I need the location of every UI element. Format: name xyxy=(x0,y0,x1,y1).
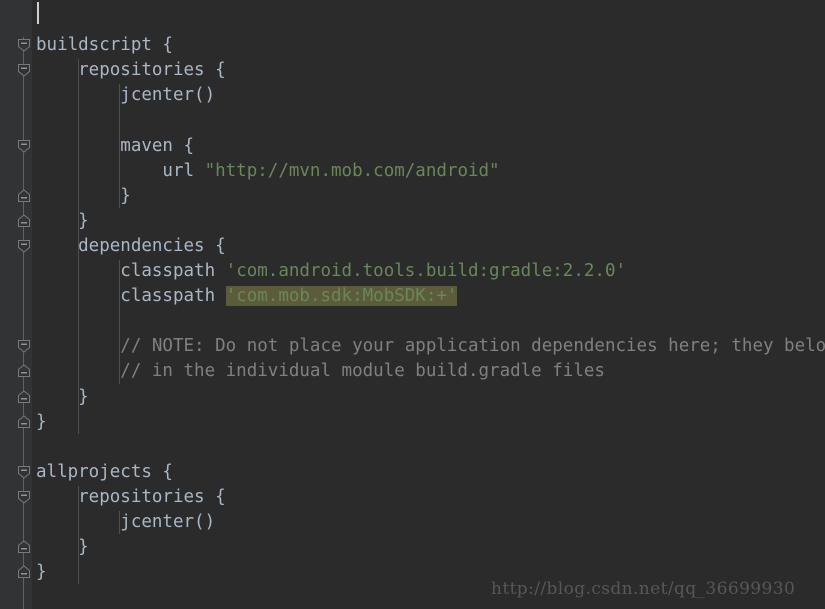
code-token: jcenter() xyxy=(36,85,216,106)
code-line[interactable]: classpath 'com.mob.sdk:MobSDK:+' xyxy=(36,284,458,309)
code-token: 'com.mob.sdk:MobSDK:+' xyxy=(225,286,458,307)
code-line[interactable]: allprojects { xyxy=(36,460,173,485)
code-token: allprojects { xyxy=(36,461,173,482)
code-token: 'com.android.tools.build:gradle:2.2.0' xyxy=(225,261,627,281)
code-line[interactable]: classpath 'com.android.tools.build:gradl… xyxy=(36,259,626,284)
code-token: repositories { xyxy=(36,60,226,81)
fold-collapse-icon[interactable] xyxy=(17,239,31,253)
fold-collapse-icon[interactable] xyxy=(17,38,31,52)
fold-end-icon[interactable] xyxy=(17,540,31,554)
fold-collapse-icon[interactable] xyxy=(17,465,31,479)
code-line[interactable]: } xyxy=(36,535,89,560)
code-token: "http://mvn.mob.com/android" xyxy=(204,160,500,181)
code-token: } xyxy=(36,411,47,432)
code-token: repositories { xyxy=(36,486,226,507)
code-token: maven { xyxy=(36,135,195,156)
code-token: } xyxy=(36,210,89,231)
fold-collapse-icon[interactable] xyxy=(17,490,31,504)
code-token: url xyxy=(36,160,205,181)
code-line[interactable]: repositories { xyxy=(36,58,226,83)
code-token: buildscript { xyxy=(36,35,173,56)
code-line[interactable]: buildscript { xyxy=(36,33,173,58)
code-line[interactable]: jcenter() xyxy=(36,510,215,535)
code-line[interactable]: } xyxy=(36,184,131,209)
text-caret xyxy=(37,2,39,24)
code-line[interactable]: repositories { xyxy=(36,485,226,510)
code-token: } xyxy=(36,386,89,407)
code-line[interactable]: // NOTE: Do not place your application d… xyxy=(36,334,825,359)
fold-end-icon[interactable] xyxy=(17,565,31,579)
fold-end-icon[interactable] xyxy=(17,414,31,429)
code-line[interactable]: jcenter() xyxy=(36,83,215,108)
code-line[interactable]: } xyxy=(36,209,89,234)
code-line[interactable]: } xyxy=(36,385,89,410)
code-line[interactable]: maven { xyxy=(36,134,194,159)
fold-collapse-icon[interactable] xyxy=(17,339,31,353)
code-token: classpath xyxy=(36,261,226,281)
code-token: } xyxy=(36,185,131,206)
code-line[interactable]: url "http://mvn.mob.com/android" xyxy=(36,159,500,184)
fold-end-icon[interactable] xyxy=(17,364,31,378)
code-token: dependencies { xyxy=(36,235,226,256)
code-token: } xyxy=(36,562,47,583)
fold-end-icon[interactable] xyxy=(17,189,31,203)
code-line[interactable]: dependencies { xyxy=(36,234,226,259)
code-line[interactable]: } xyxy=(36,410,47,435)
code-token: // in the individual module build.gradle… xyxy=(36,361,605,382)
fold-end-icon[interactable] xyxy=(17,214,31,228)
code-line[interactable]: // in the individual module build.gradle… xyxy=(36,359,605,384)
watermark-url: http://blog.csdn.net/qq_36699930 xyxy=(491,579,796,599)
code-editor[interactable]: buildscript { repositories { jcenter() m… xyxy=(0,0,825,609)
fold-collapse-icon[interactable] xyxy=(17,139,31,153)
code-surface[interactable]: buildscript { repositories { jcenter() m… xyxy=(32,0,825,609)
code-token: } xyxy=(36,537,89,558)
code-token: jcenter() xyxy=(36,512,216,532)
code-token: // NOTE: Do not place your application d… xyxy=(36,336,825,357)
fold-rail xyxy=(23,37,24,609)
code-token: classpath xyxy=(36,286,226,307)
fold-end-icon[interactable] xyxy=(17,389,31,404)
fold-collapse-icon[interactable] xyxy=(17,63,31,77)
code-line[interactable]: } xyxy=(36,560,47,585)
editor-gutter[interactable] xyxy=(0,0,32,609)
